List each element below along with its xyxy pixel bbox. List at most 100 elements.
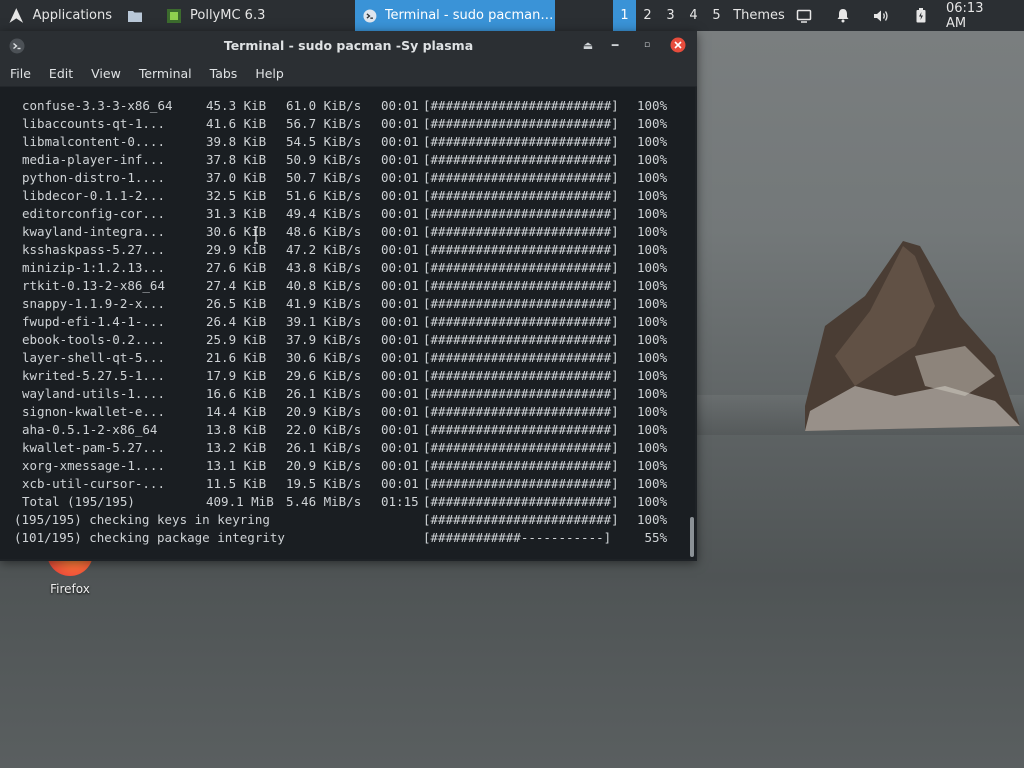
progress-percent: 100% [637, 224, 668, 239]
download-time: 00:01 [381, 98, 419, 113]
package-name: aha-0.5.1-2-x86_64 [22, 422, 158, 437]
download-size: 26.4 KiB [206, 314, 267, 329]
progress-bar-text: [########################] [423, 260, 619, 275]
progress-percent: 100% [637, 188, 668, 203]
taskbar-item-pollymc[interactable]: PollyMC 6.3 [158, 0, 353, 31]
terminal-window: Terminal - sudo pacman -Sy plasma ⏏ ━ ▫ … [0, 31, 697, 561]
download-time: 00:01 [381, 170, 419, 185]
download-speed: 40.8 KiB/s [286, 278, 362, 293]
download-time: 00:01 [381, 440, 419, 455]
volume-button[interactable] [862, 0, 901, 31]
menu-tabs[interactable]: Tabs [210, 66, 238, 81]
download-speed: 20.9 KiB/s [286, 458, 362, 473]
progress-percent: 100% [637, 152, 668, 167]
power-button[interactable] [901, 0, 940, 31]
file-manager-launcher[interactable] [112, 0, 158, 31]
progress-percent: 100% [637, 440, 668, 455]
download-time: 00:01 [381, 206, 419, 221]
progress-bar-text: [########################] [423, 206, 619, 221]
download-time: 00:01 [381, 476, 419, 491]
shade-button[interactable]: ⏏ [580, 37, 596, 53]
taskbar-item-terminal[interactable]: Terminal - sudo pacman -Sy ... [355, 0, 555, 31]
arch-logo-icon [9, 8, 24, 23]
progress-bar-text: [########################] [423, 296, 619, 311]
workspace-3[interactable]: 3 [659, 0, 682, 31]
download-time: 00:01 [381, 224, 419, 239]
download-speed: 61.0 KiB/s [286, 98, 362, 113]
status-text: (101/195) checking package integrity [14, 530, 285, 545]
scrollbar-thumb[interactable] [690, 517, 694, 557]
download-speed: 26.1 KiB/s [286, 386, 362, 401]
download-size: 13.8 KiB [206, 422, 267, 437]
menu-help[interactable]: Help [255, 66, 284, 81]
taskbar-item-label: PollyMC 6.3 [190, 8, 266, 23]
progress-bar-text: [########################] [423, 386, 619, 401]
bell-icon [837, 9, 848, 23]
download-size: 37.0 KiB [206, 170, 267, 185]
battery-charging-icon [916, 8, 925, 23]
top-panel: Applications PollyMC 6.3 Terminal - sudo… [0, 0, 1024, 31]
menu-terminal[interactable]: Terminal [139, 66, 192, 81]
progress-bar-text: [########################] [423, 512, 619, 527]
download-time: 00:01 [381, 116, 419, 131]
applications-label: Applications [32, 8, 112, 23]
package-name: media-player-inf... [22, 152, 165, 167]
close-button[interactable] [670, 37, 686, 53]
clock[interactable]: 06:13 AM [946, 0, 1006, 31]
download-speed: 26.1 KiB/s [286, 440, 362, 455]
download-time: 00:01 [381, 260, 419, 275]
progress-bar-text: [########################] [423, 476, 619, 491]
progress-bar-text: [########################] [423, 350, 619, 365]
package-name: libdecor-0.1.1-2... [22, 188, 165, 203]
download-time: 00:01 [381, 422, 419, 437]
workspace-4[interactable]: 4 [682, 0, 705, 31]
download-size: 14.4 KiB [206, 404, 267, 419]
workspace-2[interactable]: 2 [636, 0, 659, 31]
package-name: xcb-util-cursor-... [22, 476, 165, 491]
terminal-scrollbar[interactable] [685, 87, 695, 559]
progress-bar-text: [########################] [423, 404, 619, 419]
menu-view[interactable]: View [91, 66, 121, 81]
workspace-1[interactable]: 1 [613, 0, 636, 31]
download-speed: 41.9 KiB/s [286, 296, 362, 311]
show-desktop-button[interactable] [784, 0, 823, 31]
workspace-5[interactable]: 5 [705, 0, 728, 31]
download-size: 13.1 KiB [206, 458, 267, 473]
progress-bar-text: [########################] [423, 458, 619, 473]
progress-percent: 100% [637, 98, 668, 113]
download-speed: 22.0 KiB/s [286, 422, 362, 437]
progress-bar-text: [########################] [423, 152, 619, 167]
progress-percent: 100% [637, 278, 668, 293]
applications-menu-button[interactable]: Applications [0, 0, 112, 31]
download-speed: 5.46 MiB/s [286, 494, 362, 509]
download-speed: 48.6 KiB/s [286, 224, 362, 239]
maximize-button[interactable]: ▫ [639, 37, 655, 53]
progress-percent: 100% [637, 170, 668, 185]
download-size: 41.6 KiB [206, 116, 267, 131]
progress-bar-text: [########################] [423, 98, 619, 113]
progress-percent: 100% [637, 476, 668, 491]
notifications-button[interactable] [823, 0, 862, 31]
progress-bar-text: [########################] [423, 332, 619, 347]
download-time: 01:15 [381, 494, 419, 509]
menu-edit[interactable]: Edit [49, 66, 73, 81]
menu-file[interactable]: File [10, 66, 31, 81]
progress-percent: 100% [637, 512, 668, 527]
package-name: fwupd-efi-1.4-1-... [22, 314, 165, 329]
pollymc-icon [167, 8, 181, 23]
themes-button[interactable]: Themes [733, 0, 785, 31]
progress-bar-text: [########################] [423, 368, 619, 383]
menubar: File Edit View Terminal Tabs Help [0, 60, 697, 87]
progress-bar-text: [########################] [423, 494, 619, 509]
minimize-button[interactable]: ━ [607, 37, 623, 53]
download-size: 21.6 KiB [206, 350, 267, 365]
progress-bar-text: [########################] [423, 170, 619, 185]
wallpaper-rock [805, 241, 1020, 431]
download-size: 27.4 KiB [206, 278, 267, 293]
progress-percent: 100% [637, 260, 668, 275]
progress-percent: 100% [637, 134, 668, 149]
download-time: 00:01 [381, 296, 419, 311]
window-titlebar[interactable]: Terminal - sudo pacman -Sy plasma ⏏ ━ ▫ [0, 31, 697, 60]
terminal-output[interactable]: confuse-3.3-3-x86_64 45.3 KiB 61.0 KiB/s 00… [0, 87, 685, 559]
close-icon [670, 37, 686, 53]
